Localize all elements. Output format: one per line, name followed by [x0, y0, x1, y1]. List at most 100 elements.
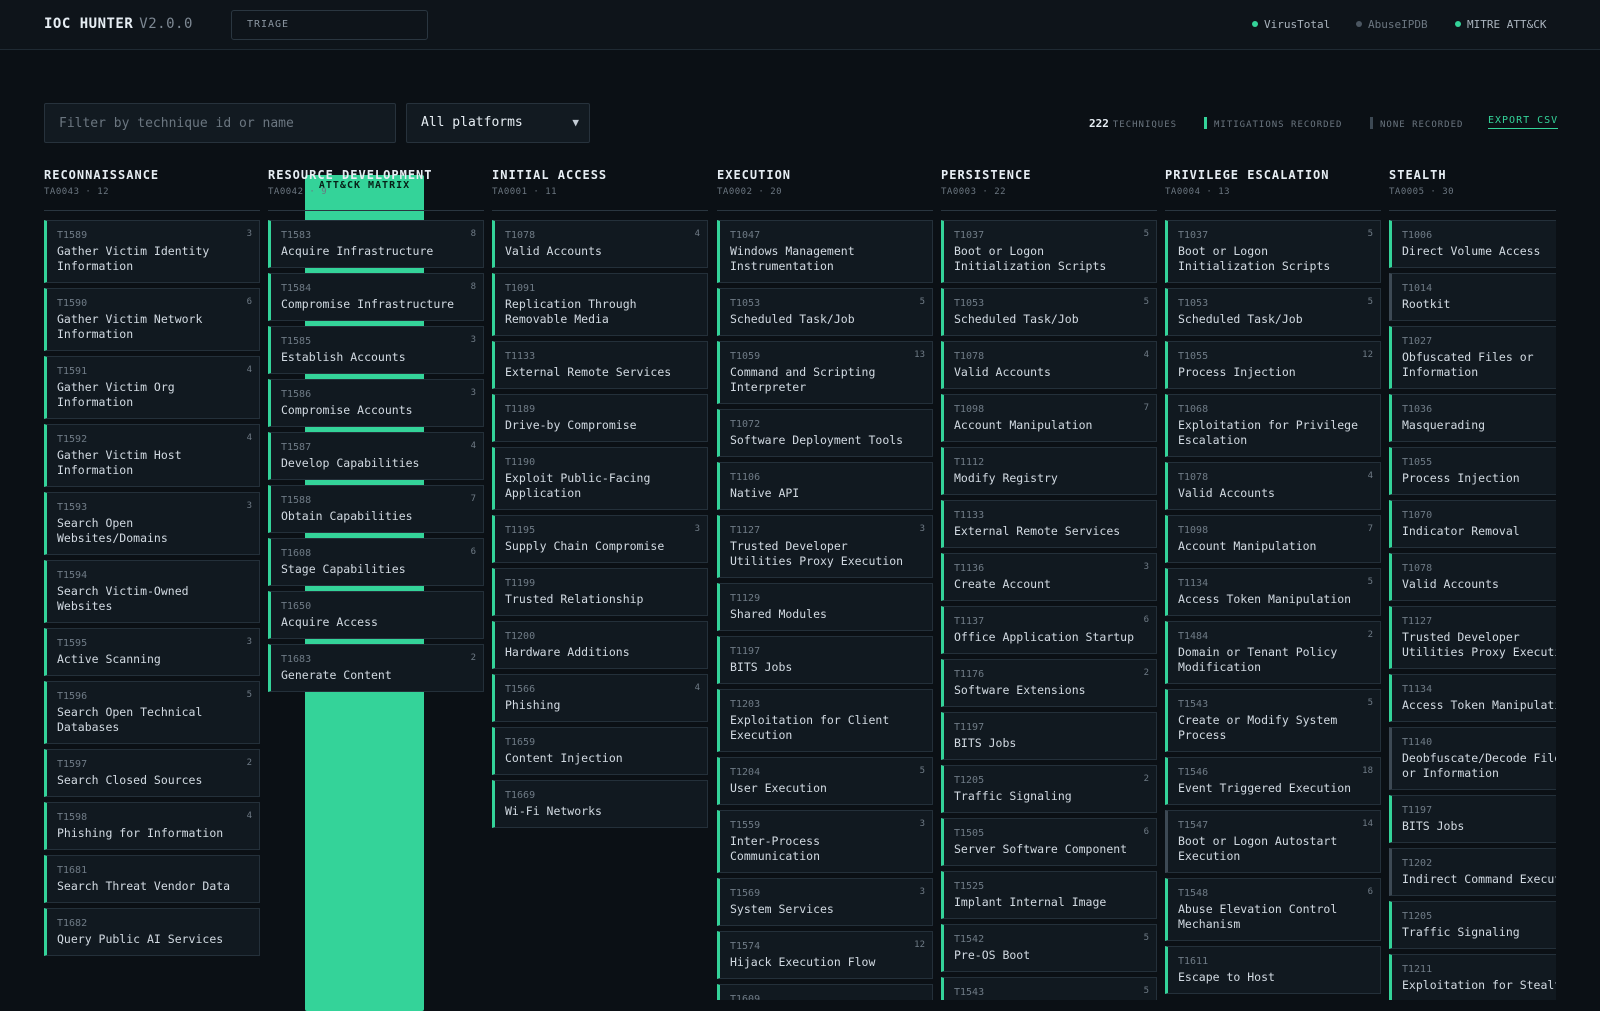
- technique-card[interactable]: T1137 Office Application Startup 6: [941, 606, 1157, 654]
- subtechnique-count: 3: [246, 501, 252, 511]
- tab-triage[interactable]: TRIAGE: [236, 14, 300, 36]
- technique-card[interactable]: T1055 Process Injection: [1389, 447, 1556, 495]
- technique-card[interactable]: T1525 Implant Internal Image: [941, 871, 1157, 919]
- technique-name: Phishing: [505, 698, 561, 712]
- technique-card[interactable]: T1566 Phishing 4: [492, 674, 708, 722]
- technique-card[interactable]: T1098 Account Manipulation 7: [941, 394, 1157, 442]
- technique-card[interactable]: T1205 Traffic Signaling: [1389, 901, 1556, 949]
- technique-card[interactable]: T1597 Search Closed Sources 2: [44, 749, 260, 797]
- technique-card[interactable]: T1037 Boot or Logon Initialization Script…: [941, 220, 1157, 283]
- technique-card[interactable]: T1547 Boot or Logon Autostart Execution 14: [1165, 810, 1381, 873]
- technique-card[interactable]: T1200 Hardware Additions: [492, 621, 708, 669]
- technique-card[interactable]: T1681 Search Threat Vendor Data: [44, 855, 260, 903]
- technique-card[interactable]: T1585 Establish Accounts 3: [268, 326, 484, 374]
- technique-card[interactable]: T1197 BITS Jobs: [717, 636, 933, 684]
- technique-card[interactable]: T1596 Search Open Technical Databases 5: [44, 681, 260, 744]
- technique-card[interactable]: T1129 Shared Modules: [717, 583, 933, 631]
- technique-card[interactable]: T1014 Rootkit: [1389, 273, 1556, 321]
- technique-card[interactable]: T1548 Abuse Elevation Control Mechanism 6: [1165, 878, 1381, 941]
- technique-card[interactable]: T1584 Compromise Infrastructure 8: [268, 273, 484, 321]
- technique-card[interactable]: T1098 Account Manipulation 7: [1165, 515, 1381, 563]
- technique-card[interactable]: T1199 Trusted Relationship: [492, 568, 708, 616]
- technique-card[interactable]: T1072 Software Deployment Tools: [717, 409, 933, 457]
- technique-card[interactable]: T1586 Compromise Accounts 3: [268, 379, 484, 427]
- technique-card[interactable]: T1027 Obfuscated Files or Information: [1389, 326, 1556, 389]
- technique-card[interactable]: T1190 Exploit Public-Facing Application: [492, 447, 708, 510]
- technique-card[interactable]: T1133 External Remote Services: [941, 500, 1157, 548]
- technique-card[interactable]: T1140 Deobfuscate/Decode Files or Informa…: [1389, 727, 1556, 790]
- technique-card[interactable]: T1078 Valid Accounts 4: [941, 341, 1157, 389]
- technique-card[interactable]: T1650 Acquire Access: [268, 591, 484, 639]
- technique-card[interactable]: T1683 Generate Content 2: [268, 644, 484, 692]
- technique-card[interactable]: T1559 Inter-Process Communication 3: [717, 810, 933, 873]
- technique-card[interactable]: T1592 Gather Victim Host Information 4: [44, 424, 260, 487]
- technique-card[interactable]: T1136 Create Account 3: [941, 553, 1157, 601]
- technique-card[interactable]: T1047 Windows Management Instrumentation: [717, 220, 933, 283]
- technique-card[interactable]: T1127 Trusted Developer Utilities Proxy E…: [717, 515, 933, 578]
- subtechnique-count: 5: [1367, 229, 1373, 239]
- technique-card[interactable]: T1669 Wi-Fi Networks: [492, 780, 708, 828]
- technique-card[interactable]: T1133 External Remote Services: [492, 341, 708, 389]
- technique-card[interactable]: T1078 Valid Accounts 4: [1165, 462, 1381, 510]
- technique-card[interactable]: T1543Create or Modify System Process5: [941, 977, 1157, 1000]
- technique-card[interactable]: T1078 Valid Accounts: [1389, 553, 1556, 601]
- technique-card[interactable]: T1112 Modify Registry: [941, 447, 1157, 495]
- technique-card[interactable]: T1202 Indirect Command Execution: [1389, 848, 1556, 896]
- technique-card[interactable]: T1197 BITS Jobs: [1389, 795, 1556, 843]
- technique-card[interactable]: T1176 Software Extensions 2: [941, 659, 1157, 707]
- technique-card[interactable]: T1053 Scheduled Task/Job 5: [1165, 288, 1381, 336]
- technique-card[interactable]: T1505 Server Software Component 6: [941, 818, 1157, 866]
- technique-card[interactable]: T1078 Valid Accounts 4: [492, 220, 708, 268]
- technique-card[interactable]: T1587 Develop Capabilities 4: [268, 432, 484, 480]
- technique-card[interactable]: T1569 System Services 3: [717, 878, 933, 926]
- technique-card[interactable]: T1598 Phishing for Information 4: [44, 802, 260, 850]
- technique-card[interactable]: T1588 Obtain Capabilities 7: [268, 485, 484, 533]
- technique-card[interactable]: T1591 Gather Victim Org Information 4: [44, 356, 260, 419]
- technique-card[interactable]: T1134 Access Token Manipulation: [1389, 674, 1556, 722]
- tactic-header: RECONNAISSANCE TA0043 · 12: [44, 168, 260, 211]
- technique-card[interactable]: T1546 Event Triggered Execution 18: [1165, 757, 1381, 805]
- technique-name: Scheduled Task/Job: [1178, 312, 1303, 326]
- platform-select[interactable]: All platforms ▼: [406, 103, 590, 143]
- technique-card[interactable]: T1197 BITS Jobs: [941, 712, 1157, 760]
- technique-card[interactable]: T1659 Content Injection: [492, 727, 708, 775]
- technique-card[interactable]: T1036 Masquerading: [1389, 394, 1556, 442]
- technique-card[interactable]: T1609Container Administration Command: [717, 984, 933, 1000]
- app-name: IOC HUNTER: [44, 16, 134, 32]
- technique-card[interactable]: T1127 Trusted Developer Utilities Proxy E…: [1389, 606, 1556, 669]
- technique-card[interactable]: T1068 Exploitation for Privilege Escalati…: [1165, 394, 1381, 457]
- technique-card[interactable]: T1589 Gather Victim Identity Information 3: [44, 220, 260, 283]
- technique-card[interactable]: T1059 Command and Scripting Interpreter 13: [717, 341, 933, 404]
- technique-filter-input[interactable]: [44, 103, 396, 143]
- technique-card[interactable]: T1594 Search Victim-Owned Websites: [44, 560, 260, 623]
- technique-card[interactable]: T1106 Native API: [717, 462, 933, 510]
- technique-card[interactable]: T1543Create or Modify System Process5: [1165, 689, 1381, 752]
- technique-card[interactable]: T1037 Boot or Logon Initialization Script…: [1165, 220, 1381, 283]
- technique-card[interactable]: T1053 Scheduled Task/Job 5: [717, 288, 933, 336]
- technique-card[interactable]: T1134 Access Token Manipulation 5: [1165, 568, 1381, 616]
- technique-card[interactable]: T1542 Pre-OS Boot 5: [941, 924, 1157, 972]
- technique-card[interactable]: T1006 Direct Volume Access: [1389, 220, 1556, 268]
- technique-card[interactable]: T1204 User Execution 5: [717, 757, 933, 805]
- technique-card[interactable]: T1070 Indicator Removal: [1389, 500, 1556, 548]
- export-csv-button[interactable]: EXPORT CSV: [1488, 115, 1559, 129]
- technique-card[interactable]: T1595 Active Scanning 3: [44, 628, 260, 676]
- technique-card[interactable]: T1574 Hijack Execution Flow 12: [717, 931, 933, 979]
- technique-card[interactable]: T1608 Stage Capabilities 6: [268, 538, 484, 586]
- technique-card[interactable]: T1091 Replication Through Removable Media: [492, 273, 708, 336]
- technique-card[interactable]: T1593 Search Open Websites/Domains 3: [44, 492, 260, 555]
- technique-card[interactable]: T1682 Query Public AI Services: [44, 908, 260, 956]
- technique-list: T1006 Direct Volume Access T1014 Rootkit T10…: [1389, 220, 1556, 1000]
- technique-card[interactable]: T1611 Escape to Host: [1165, 946, 1381, 994]
- technique-card[interactable]: T1055 Process Injection 12: [1165, 341, 1381, 389]
- technique-card[interactable]: T1205 Traffic Signaling 2: [941, 765, 1157, 813]
- technique-card[interactable]: T1053 Scheduled Task/Job 5: [941, 288, 1157, 336]
- technique-card[interactable]: T1211 Exploitation for Stealth: [1389, 954, 1556, 1000]
- technique-card[interactable]: T1590 Gather Victim Network Information 6: [44, 288, 260, 351]
- technique-card[interactable]: T1203 Exploitation for Client Execution: [717, 689, 933, 752]
- subtechnique-count: 3: [919, 819, 925, 829]
- technique-card[interactable]: T1484 Domain or Tenant Policy Modificatio…: [1165, 621, 1381, 684]
- technique-card[interactable]: T1583 Acquire Infrastructure 8: [268, 220, 484, 268]
- technique-card[interactable]: T1195 Supply Chain Compromise 3: [492, 515, 708, 563]
- technique-card[interactable]: T1189 Drive-by Compromise: [492, 394, 708, 442]
